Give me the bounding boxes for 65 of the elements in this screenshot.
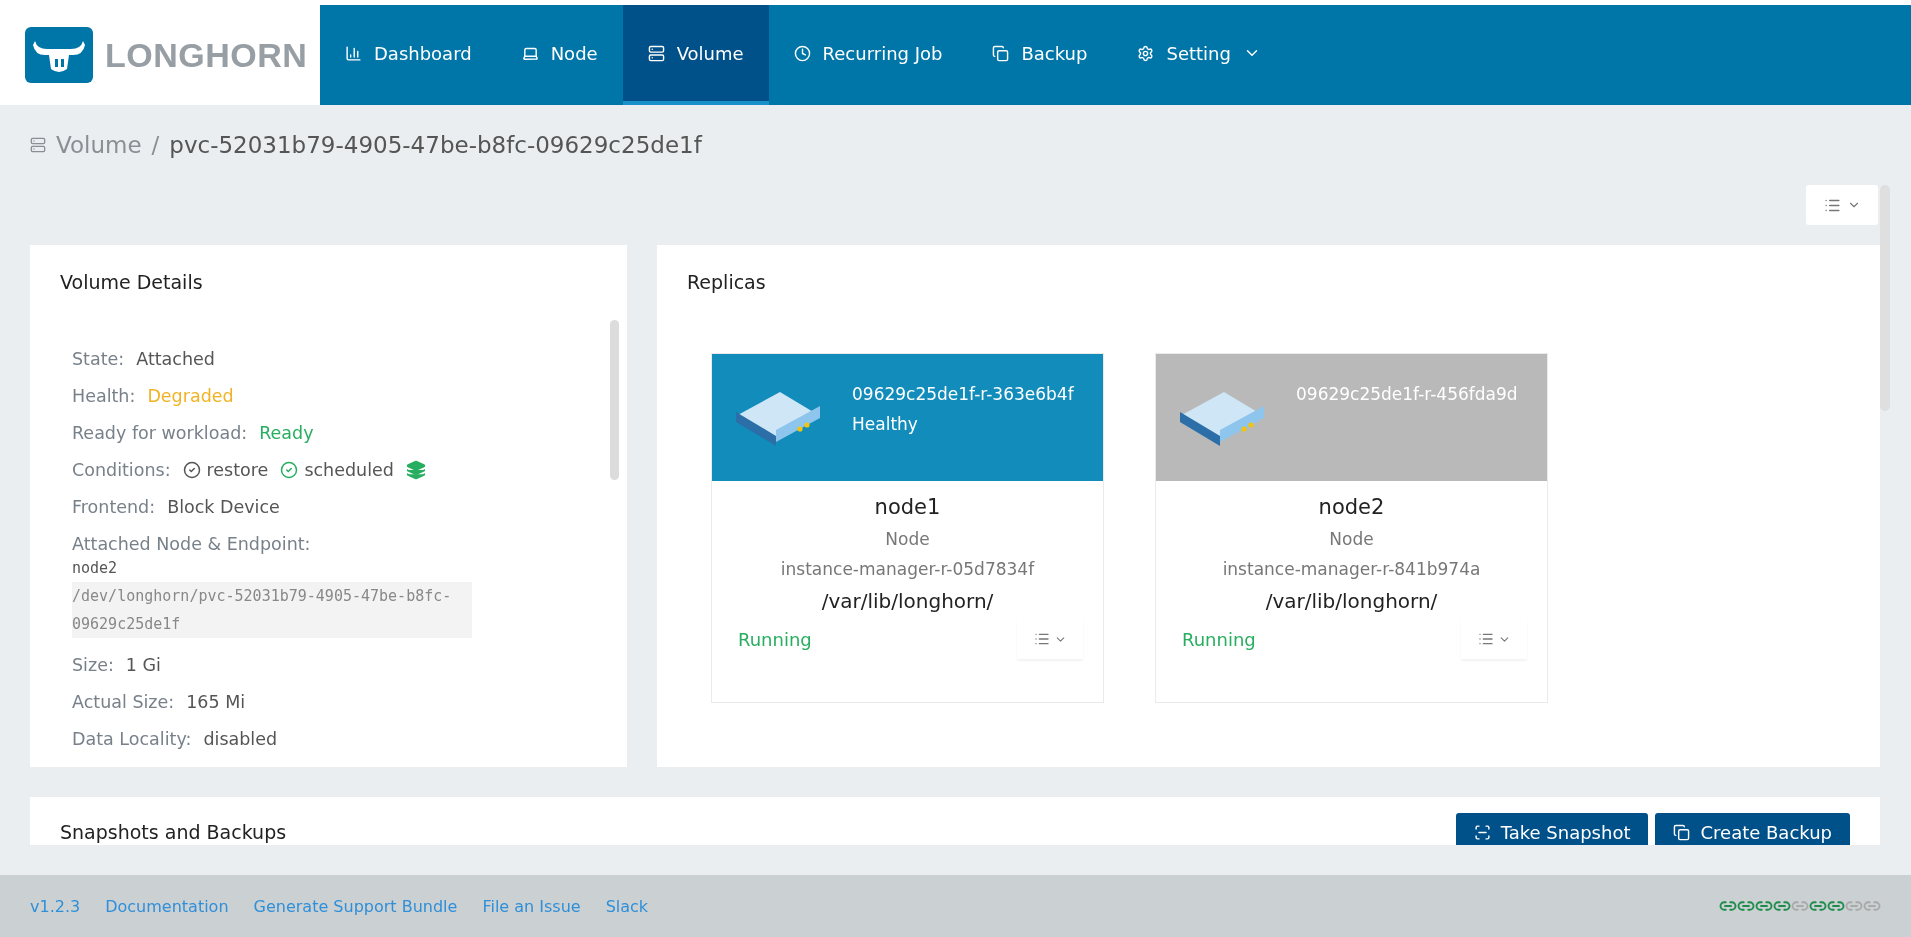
- actions-dropdown-button[interactable]: [1806, 185, 1878, 225]
- panel-title: Snapshots and Backups: [60, 821, 287, 843]
- replica-health: Healthy: [852, 414, 919, 434]
- disk-path: /var/lib/longhorn/: [821, 589, 994, 613]
- node-label: Node: [1329, 529, 1374, 549]
- detail-label: Attached Node & Endpoint:: [72, 534, 311, 554]
- clock-icon: [793, 44, 811, 62]
- detail-value: 165 Mi: [186, 692, 246, 712]
- copy-icon: [992, 44, 1010, 62]
- detail-label: Conditions:: [72, 460, 171, 480]
- scrollbar[interactable]: [610, 320, 619, 480]
- replica-state: Running: [1182, 628, 1256, 650]
- replica-name: 09629c25de1f-r-456fda9d: [1296, 384, 1518, 404]
- list-icon: [1033, 631, 1050, 647]
- detail-label: Actual Size:: [72, 692, 175, 712]
- replica-name: 09629c25de1f-r-363e6b4f: [852, 384, 1074, 404]
- detail-value: Attached: [136, 349, 215, 369]
- detail-label: Ready for workload:: [72, 423, 248, 443]
- breadcrumb-link[interactable]: Volume: [56, 132, 142, 158]
- nav-tab[interactable]: Backup: [967, 5, 1113, 105]
- action-button[interactable]: Take Snapshot: [1455, 813, 1649, 845]
- nav-tab[interactable]: Dashboard: [320, 5, 497, 105]
- condition-text: restore: [206, 460, 269, 480]
- instance-manager: instance-manager-r-841b974a: [1222, 559, 1481, 579]
- instance-manager: instance-manager-r-05d7834f: [780, 559, 1035, 579]
- panel-title: Volume Details: [60, 271, 204, 293]
- detail-value: Degraded: [147, 386, 234, 406]
- node-name: node2: [72, 559, 118, 577]
- bull-logo-icon: [25, 27, 93, 83]
- detail-label: Size:: [72, 655, 114, 675]
- nav-tab[interactable]: Volume: [622, 5, 769, 105]
- server-icon: [30, 137, 46, 153]
- scan-icon: [1473, 823, 1491, 841]
- layers-icon: [405, 460, 426, 480]
- settings-icon: [1137, 44, 1155, 62]
- condition-text: scheduled: [304, 460, 394, 480]
- detail-value: Block Device: [167, 497, 280, 517]
- nav-tab[interactable]: Node: [496, 5, 623, 105]
- detail-label: Health:: [72, 386, 136, 406]
- list-icon: [1477, 631, 1494, 647]
- detail-label: State:: [72, 349, 125, 369]
- panel-title: Replicas: [687, 271, 767, 293]
- detail-value: disabled: [203, 729, 278, 749]
- nav-tab[interactable]: Setting: [1112, 5, 1286, 105]
- replica-actions-button[interactable]: [1461, 619, 1527, 659]
- detail-value: 1 Gi: [125, 655, 161, 675]
- copy-icon: [1673, 823, 1691, 841]
- detail-value: Ready: [259, 423, 314, 443]
- detail-label: Data Locality:: [72, 729, 192, 749]
- node-label: Node: [885, 529, 930, 549]
- replica-state: Running: [738, 628, 812, 650]
- bar-chart-icon: [345, 44, 362, 62]
- breadcrumb-current: pvc-52031b79-4905-47be-b8fc-09629c25de1f: [169, 132, 702, 158]
- breadcrumb-separator: /: [151, 132, 160, 158]
- nav-tab[interactable]: Recurring Job: [768, 5, 968, 105]
- node-title: node2: [1318, 495, 1385, 519]
- server-icon: [647, 44, 665, 62]
- node-title: node1: [874, 495, 941, 519]
- replica-actions-button[interactable]: [1017, 619, 1083, 659]
- action-button[interactable]: Create Backup: [1655, 813, 1850, 845]
- logo-text: LONGHORN: [105, 35, 308, 75]
- scrollbar[interactable]: [1880, 185, 1890, 411]
- endpoint-path: /dev/longhorn/pvc-52031b79-4905-47be-b8fc-09629c25de1f: [72, 582, 472, 638]
- detail-label: Frontend:: [72, 497, 156, 517]
- disk-path: /var/lib/longhorn/: [1265, 589, 1438, 613]
